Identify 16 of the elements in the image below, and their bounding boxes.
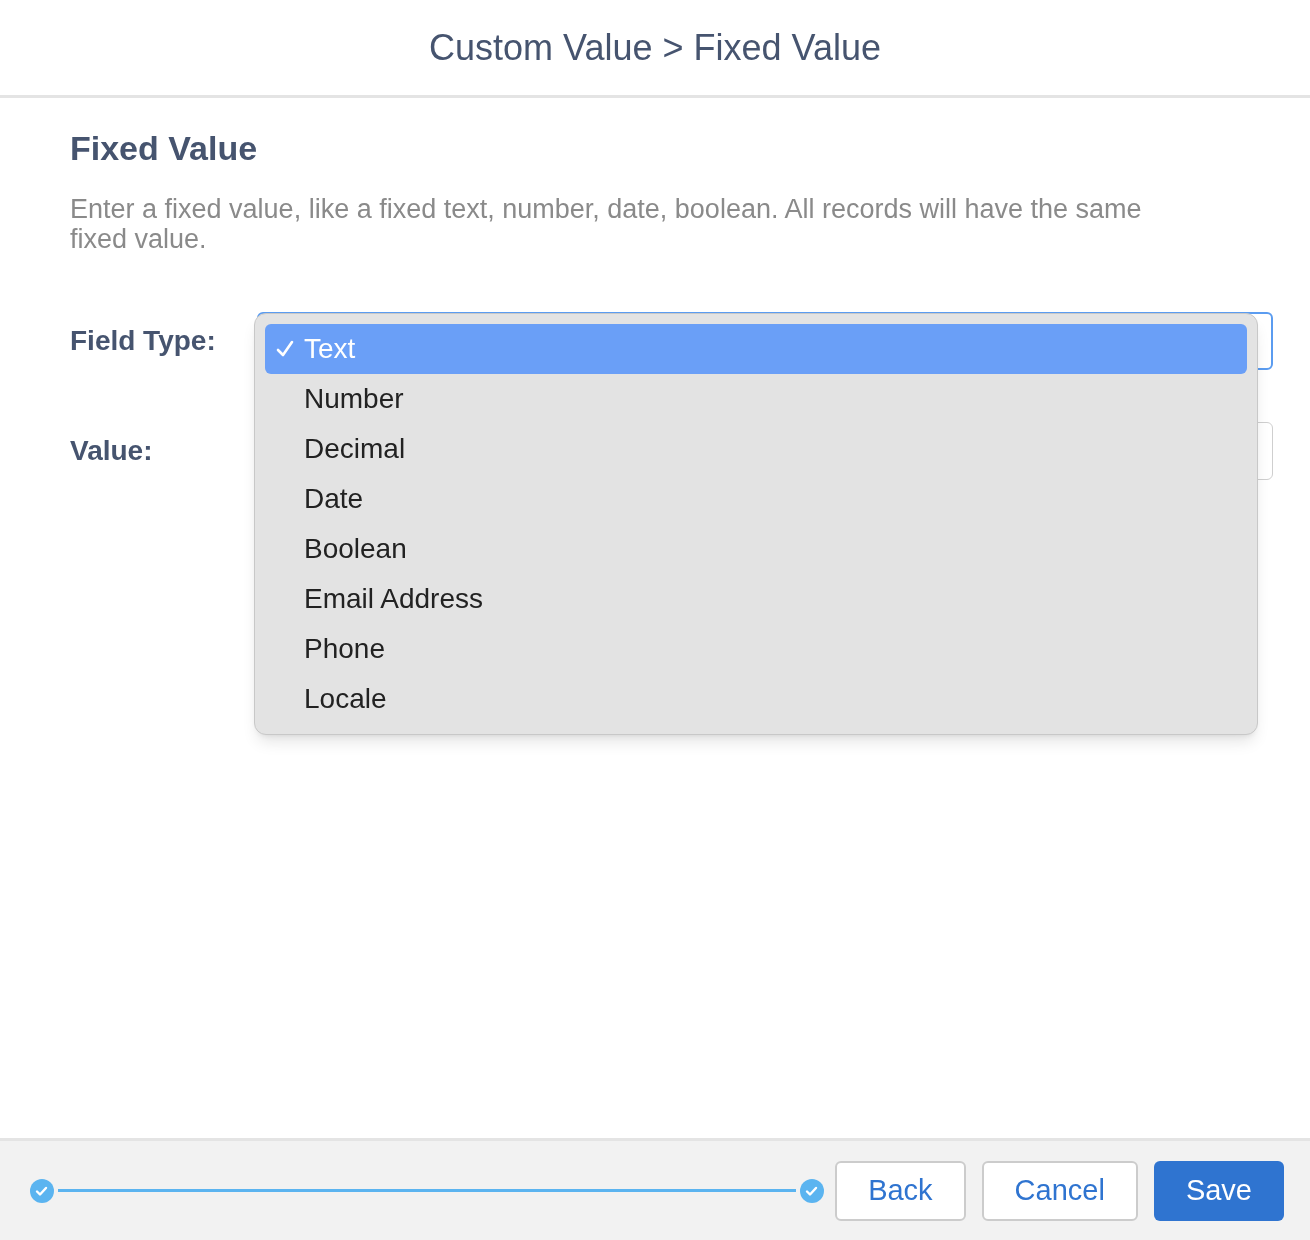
dropdown-option[interactable]: Date — [265, 474, 1247, 524]
field-label: Value: — [70, 434, 154, 468]
section-title: Fixed Value — [70, 128, 259, 168]
dialog-title: Custom Value > Fixed Value — [429, 25, 881, 70]
checkmark-icon — [274, 339, 295, 359]
secondary-button[interactable]: Back — [835, 1160, 966, 1221]
dropdown-option[interactable]: Email Address — [265, 574, 1247, 624]
dropdown-option[interactable]: Locale — [265, 674, 1247, 724]
secondary-button[interactable]: Cancel — [981, 1160, 1138, 1221]
save-button[interactable]: Save — [1153, 1160, 1284, 1221]
dropdown-option[interactable]: Number — [265, 374, 1247, 424]
dropdown-option[interactable]: Decimal — [265, 424, 1247, 474]
dropdown-option[interactable]: Phone — [265, 624, 1247, 674]
dropdown-option[interactable]: Boolean — [265, 524, 1247, 574]
field-label: Field Type: — [70, 324, 217, 358]
section-description: Enter a fixed value, like a fixed text, number, date, boolean. All records will have the same fixed value. — [70, 194, 1143, 254]
